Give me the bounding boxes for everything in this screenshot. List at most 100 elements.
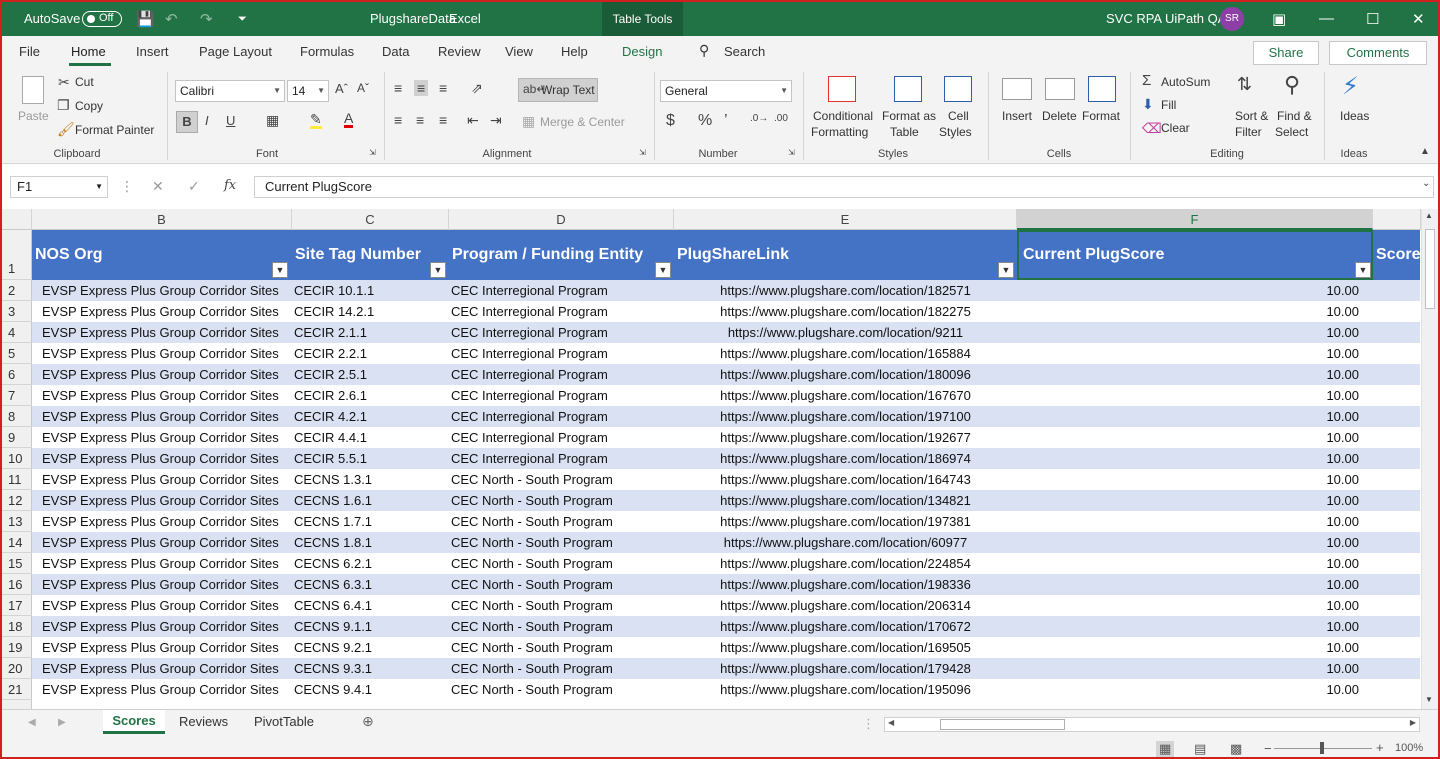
comments-button[interactable]: Comments [1329, 41, 1427, 65]
cancel-icon[interactable]: ✕ [152, 178, 164, 195]
zoom-slider-thumb[interactable] [1320, 742, 1324, 754]
tab-design[interactable]: Design [622, 44, 662, 59]
row-header[interactable]: 4 [2, 322, 32, 343]
enter-check-icon[interactable]: ✓ [188, 178, 200, 195]
fill-color-icon[interactable]: ✎ [310, 112, 322, 129]
table-cell-d[interactable]: CEC Interregional Program [451, 364, 672, 385]
format-as-table-label[interactable]: Format as [882, 109, 936, 123]
column-header-e[interactable]: E [674, 209, 1017, 230]
scroll-up-icon[interactable]: ▲ [1425, 211, 1433, 220]
sheet-tab-scores[interactable]: Scores [103, 710, 165, 734]
table-cell-d[interactable]: CEC Interregional Program [451, 280, 672, 301]
insert-function-icon[interactable]: fx [224, 178, 236, 193]
page-break-view-icon[interactable]: ▩ [1230, 741, 1242, 757]
table-cell-f[interactable]: 10.00 [1019, 280, 1359, 301]
table-cell-f[interactable]: 10.00 [1019, 343, 1359, 364]
lightning-icon[interactable]: ⚡ [1342, 72, 1359, 101]
table-cell-f[interactable]: 10.00 [1019, 637, 1359, 658]
paste-icon[interactable] [22, 76, 44, 104]
header-nos-org[interactable]: NOS Org [32, 230, 292, 280]
table-cell-b[interactable]: EVSP Express Plus Group Corridor Sites [42, 301, 290, 322]
table-cell-d[interactable]: CEC North - South Program [451, 511, 672, 532]
table-cell-e[interactable]: https://www.plugshare.com/location/60977 [676, 532, 1015, 553]
table-cell-e[interactable]: https://www.plugshare.com/location/22485… [676, 553, 1015, 574]
format-cells-button[interactable]: Format [1082, 109, 1120, 123]
undo-icon[interactable]: ↶ [165, 10, 178, 28]
ideas-button[interactable]: Ideas [1340, 109, 1369, 123]
table-cell-c[interactable]: CECIR 4.2.1 [294, 406, 447, 427]
row-header[interactable]: 19 [2, 637, 32, 658]
row-header[interactable]: 7 [2, 385, 32, 406]
number-format-select[interactable]: General ▼ [660, 80, 792, 102]
search-label[interactable]: Search [724, 44, 765, 59]
table-cell-b[interactable]: EVSP Express Plus Group Corridor Sites [42, 553, 290, 574]
row-header[interactable]: 3 [2, 301, 32, 322]
table-cell-b[interactable]: EVSP Express Plus Group Corridor Sites [42, 490, 290, 511]
filter-dropdown-icon[interactable]: ▼ [998, 262, 1014, 278]
scroll-left-icon[interactable]: ◀ [888, 718, 894, 727]
table-cell-e[interactable]: https://www.plugshare.com/location/16950… [676, 637, 1015, 658]
table-cell-c[interactable]: CECIR 10.1.1 [294, 280, 447, 301]
close-icon[interactable]: ✕ [1412, 10, 1425, 28]
table-cell-e[interactable]: https://www.plugshare.com/location/13482… [676, 490, 1015, 511]
decrease-font-size-icon[interactable]: Aˇ [357, 81, 369, 95]
table-cell-d[interactable]: CEC North - South Program [451, 637, 672, 658]
vertical-scroll-thumb[interactable] [1425, 229, 1435, 309]
table-cell-c[interactable]: CECNS 9.3.1 [294, 658, 447, 679]
ribbon-display-options-icon[interactable]: ▣ [1272, 10, 1286, 28]
format-as-table-icon[interactable] [894, 76, 922, 102]
normal-view-icon[interactable]: ▦ [1156, 741, 1175, 757]
table-cell-c[interactable]: CECIR 4.4.1 [294, 427, 447, 448]
table-cell-f[interactable]: 10.00 [1019, 364, 1359, 385]
dialog-launcher-icon[interactable]: ⇲ [788, 148, 795, 157]
scroll-tabs-left-icon[interactable]: ◀ [28, 717, 36, 728]
row-header[interactable]: 1 [2, 230, 32, 280]
tab-data[interactable]: Data [382, 44, 409, 59]
table-cell-b[interactable]: EVSP Express Plus Group Corridor Sites [42, 511, 290, 532]
row-header[interactable]: 20 [2, 658, 32, 679]
table-cell-f[interactable]: 10.00 [1019, 616, 1359, 637]
table-cell-f[interactable]: 10.00 [1019, 658, 1359, 679]
table-cell-e[interactable]: https://www.plugshare.com/location/18227… [676, 301, 1015, 322]
table-cell-e[interactable]: https://www.plugshare.com/location/20631… [676, 595, 1015, 616]
table-cell-b[interactable]: EVSP Express Plus Group Corridor Sites [42, 532, 290, 553]
header-plugsharelink[interactable]: PlugShareLink [674, 230, 1017, 280]
table-cell-d[interactable]: CEC North - South Program [451, 574, 672, 595]
table-cell-f[interactable]: 10.00 [1019, 469, 1359, 490]
table-cell-e[interactable]: https://www.plugshare.com/location/16588… [676, 343, 1015, 364]
cell-styles-label-2[interactable]: Styles [939, 125, 972, 139]
table-cell-c[interactable]: CECIR 14.2.1 [294, 301, 447, 322]
table-cell-c[interactable]: CECNS 6.2.1 [294, 553, 447, 574]
table-cell-e[interactable]: https://www.plugshare.com/location/19738… [676, 511, 1015, 532]
table-cell-e[interactable]: https://www.plugshare.com/location/19509… [676, 679, 1015, 700]
table-cell-c[interactable]: CECNS 9.4.1 [294, 679, 447, 700]
fill-button[interactable]: Fill [1161, 98, 1176, 112]
currency-icon[interactable]: $ [666, 112, 675, 130]
conditional-formatting-icon[interactable] [828, 76, 856, 102]
table-cell-b[interactable]: EVSP Express Plus Group Corridor Sites [42, 574, 290, 595]
table-cell-e[interactable]: https://www.plugshare.com/location/19267… [676, 427, 1015, 448]
table-cell-f[interactable]: 10.00 [1019, 490, 1359, 511]
new-sheet-icon[interactable]: ⊕ [362, 713, 374, 730]
sort-filter-label-2[interactable]: Filter [1235, 125, 1262, 139]
table-cell-b[interactable]: EVSP Express Plus Group Corridor Sites [42, 448, 290, 469]
table-cell-e[interactable]: https://www.plugshare.com/location/19833… [676, 574, 1015, 595]
tab-insert[interactable]: Insert [136, 44, 169, 59]
insert-cells-button[interactable]: Insert [1002, 109, 1032, 123]
table-cell-e[interactable]: https://www.plugshare.com/location/18697… [676, 448, 1015, 469]
table-cell-f[interactable]: 10.00 [1019, 679, 1359, 700]
tab-page-layout[interactable]: Page Layout [199, 44, 272, 59]
comma-style-icon[interactable]: ’ [724, 112, 728, 130]
quick-access-customize-icon[interactable]: ⏷ [238, 13, 247, 26]
cell-styles-label[interactable]: Cell [948, 109, 969, 123]
table-cell-f[interactable]: 10.00 [1019, 301, 1359, 322]
column-header-c[interactable]: C [292, 209, 449, 230]
table-cell-b[interactable]: EVSP Express Plus Group Corridor Sites [42, 679, 290, 700]
formula-input[interactable]: Current PlugScore [254, 176, 1434, 198]
find-magnifier-icon[interactable]: ⚲ [1284, 72, 1300, 98]
format-painter-button[interactable]: Format Painter [75, 123, 154, 137]
table-cell-f[interactable]: 10.00 [1019, 511, 1359, 532]
align-top-icon[interactable]: ≡ [394, 80, 402, 96]
table-cell-b[interactable]: EVSP Express Plus Group Corridor Sites [42, 595, 290, 616]
filter-dropdown-icon[interactable]: ▼ [272, 262, 288, 278]
